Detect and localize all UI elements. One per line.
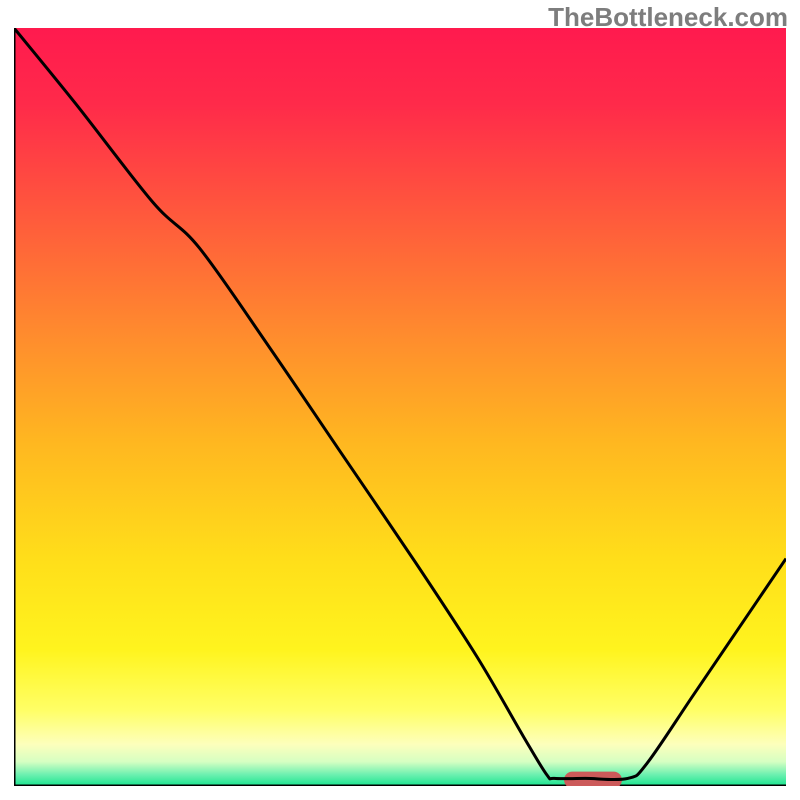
chart-container: TheBottleneck.com <box>0 0 800 800</box>
gradient-background <box>14 28 786 786</box>
plot-area <box>14 28 786 786</box>
chart-svg <box>14 28 786 786</box>
